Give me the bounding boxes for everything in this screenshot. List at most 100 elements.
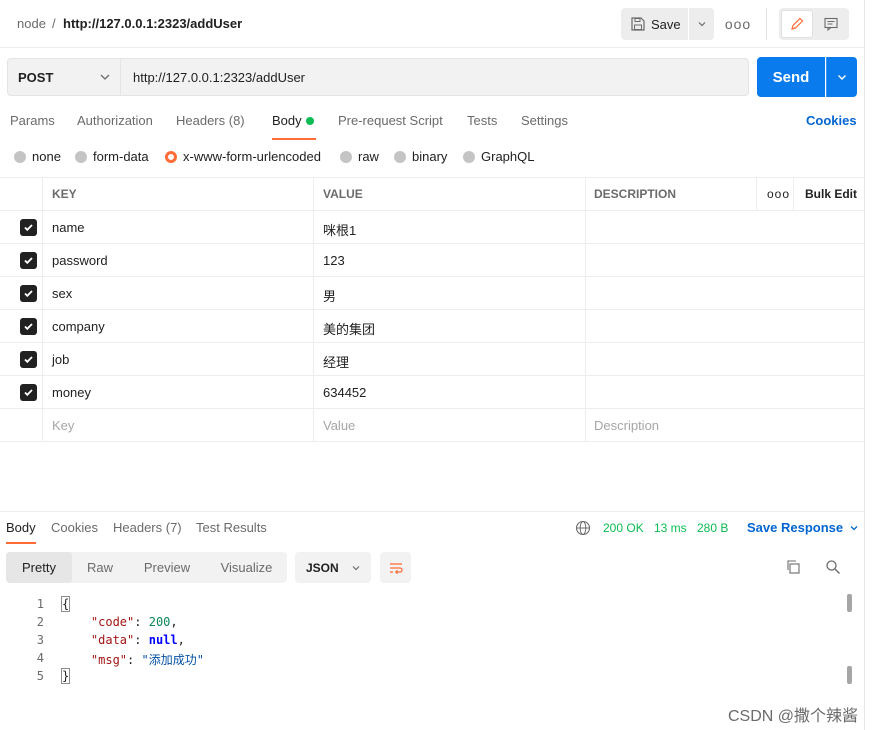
checkmark-icon: [24, 257, 33, 265]
column-divider: [585, 177, 586, 442]
radio-label: raw: [358, 149, 379, 164]
column-divider: [793, 177, 794, 211]
window-edge: [864, 0, 865, 730]
code-line: "code": 200,: [90, 615, 178, 629]
radio-graphql[interactable]: GraphQL: [463, 149, 534, 164]
response-status[interactable]: 200 OK: [603, 521, 644, 535]
row-value[interactable]: 经理: [323, 352, 349, 371]
cookies-link[interactable]: Cookies: [806, 113, 857, 128]
radio-form-data[interactable]: form-data: [75, 149, 149, 164]
radio-x-www-form-urlencoded[interactable]: x-www-form-urlencoded: [165, 149, 321, 164]
row-value[interactable]: 634452: [323, 385, 366, 400]
row-checkbox[interactable]: [20, 252, 37, 269]
header-description: DESCRIPTION: [594, 187, 677, 201]
send-button[interactable]: Send: [757, 57, 825, 97]
tab-body[interactable]: Body: [272, 113, 302, 128]
active-response-tab-indicator: [6, 542, 36, 544]
format-tab-preview[interactable]: Preview: [131, 552, 203, 583]
breadcrumb-current[interactable]: http://127.0.0.1:2323/addUser: [63, 16, 242, 31]
radio-label: form-data: [93, 149, 149, 164]
radio-label: none: [32, 149, 61, 164]
tab-settings[interactable]: Settings: [521, 113, 568, 128]
tab-headers[interactable]: Headers (8): [176, 113, 245, 128]
tab-pre-request-script[interactable]: Pre-request Script: [338, 113, 443, 128]
response-size[interactable]: 280 B: [697, 521, 728, 535]
row-key[interactable]: password: [52, 253, 108, 268]
tab-tests[interactable]: Tests: [467, 113, 497, 128]
row-key[interactable]: company: [52, 319, 105, 334]
format-tab-pretty[interactable]: Pretty: [6, 552, 72, 583]
save-options-button[interactable]: [689, 8, 714, 40]
save-button[interactable]: Save: [621, 8, 688, 40]
row-key[interactable]: name: [52, 220, 85, 235]
row-checkbox[interactable]: [20, 219, 37, 236]
column-divider: [756, 177, 757, 211]
tab-authorization[interactable]: Authorization: [77, 113, 153, 128]
radio-dot: [463, 150, 475, 163]
table-row-new: Key Value Description: [0, 409, 865, 442]
radio-dot: [75, 150, 87, 163]
radio-dot: [14, 150, 26, 163]
row-value[interactable]: 咪根1: [323, 220, 356, 239]
new-description-input[interactable]: Description: [594, 418, 659, 433]
search-icon[interactable]: [825, 559, 841, 575]
body-modified-indicator: [306, 117, 314, 125]
url-input[interactable]: [121, 58, 749, 96]
row-checkbox[interactable]: [20, 318, 37, 335]
response-tab-cookies[interactable]: Cookies: [51, 520, 98, 535]
scrollbar-thumb[interactable]: [847, 666, 852, 684]
radio-binary[interactable]: binary: [394, 149, 447, 164]
response-tab-test-results[interactable]: Test Results: [196, 520, 267, 535]
row-checkbox[interactable]: [20, 351, 37, 368]
row-checkbox[interactable]: [20, 384, 37, 401]
checkmark-icon: [24, 356, 33, 364]
column-divider: [313, 177, 314, 442]
more-actions-button[interactable]: ooo: [725, 14, 750, 34]
table-row: sex 男: [0, 277, 865, 310]
new-key-input[interactable]: Key: [52, 418, 74, 433]
tab-params[interactable]: Params: [10, 113, 55, 128]
save-icon: [631, 17, 645, 31]
column-options-button[interactable]: ooo: [767, 187, 790, 201]
language-select[interactable]: JSON: [295, 552, 371, 583]
chevron-down-icon: [100, 74, 110, 80]
row-value[interactable]: 男: [323, 286, 336, 305]
header-value: VALUE: [323, 187, 363, 201]
row-value[interactable]: 123: [323, 253, 345, 268]
code-line: "data": null,: [90, 633, 185, 647]
code-line: {: [60, 596, 71, 612]
row-value[interactable]: 美的集团: [323, 319, 375, 338]
send-options-button[interactable]: [826, 57, 857, 97]
header-divider: [766, 8, 767, 40]
response-time[interactable]: 13 ms: [654, 521, 687, 535]
breadcrumb-parent[interactable]: node: [17, 16, 46, 31]
active-tab-indicator: [272, 138, 316, 140]
row-key[interactable]: money: [52, 385, 91, 400]
row-key[interactable]: sex: [52, 286, 72, 301]
new-value-input[interactable]: Value: [323, 418, 355, 433]
line-number: 2: [36, 615, 44, 629]
edit-mode-button[interactable]: [781, 10, 813, 38]
save-response-button[interactable]: Save Response: [747, 520, 859, 535]
format-tab-raw[interactable]: Raw: [72, 552, 128, 583]
comments-button[interactable]: [815, 10, 847, 38]
chevron-down-icon: [352, 565, 360, 570]
globe-icon[interactable]: [575, 520, 591, 536]
checkmark-icon: [24, 323, 33, 331]
bulk-edit-button[interactable]: Bulk Edit: [805, 187, 857, 201]
wrap-lines-button[interactable]: [380, 552, 411, 583]
radio-raw[interactable]: raw: [340, 149, 379, 164]
checkmark-icon: [24, 290, 33, 298]
language-label: JSON: [306, 560, 339, 575]
copy-icon[interactable]: [785, 559, 801, 575]
radio-label: GraphQL: [481, 149, 535, 164]
radio-none[interactable]: none: [14, 149, 61, 164]
chevron-down-icon: [698, 22, 705, 27]
row-key[interactable]: job: [52, 352, 69, 367]
response-tab-body[interactable]: Body: [6, 520, 36, 535]
scrollbar-thumb[interactable]: [847, 594, 852, 612]
format-tab-visualize[interactable]: Visualize: [206, 552, 287, 583]
row-checkbox[interactable]: [20, 285, 37, 302]
response-tab-headers[interactable]: Headers (7): [113, 520, 182, 535]
checkmark-icon: [24, 224, 33, 232]
